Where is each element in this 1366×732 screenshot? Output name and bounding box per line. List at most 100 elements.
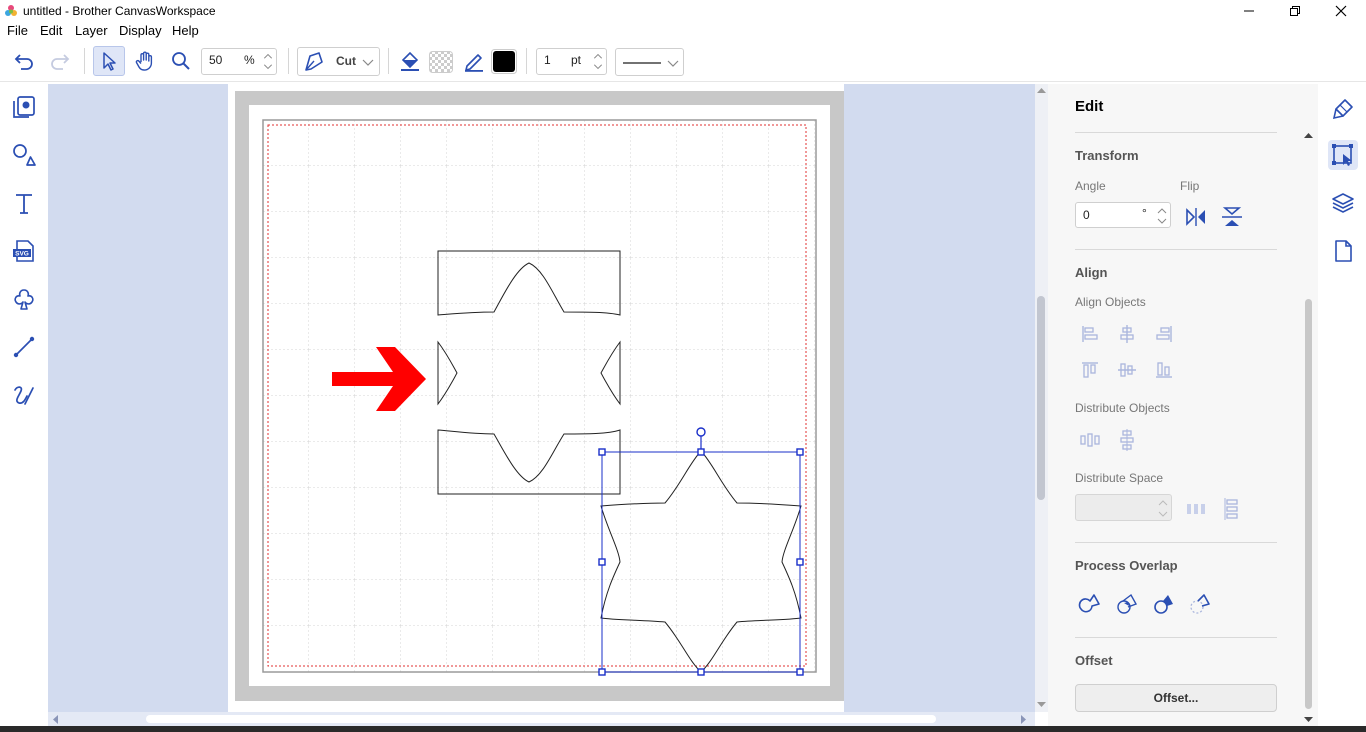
scroll-left-icon[interactable] (52, 715, 59, 724)
rotate-handle[interactable] (696, 427, 706, 437)
distribute-space-stepper-icon[interactable] (1155, 495, 1171, 522)
redo-button[interactable] (46, 48, 74, 74)
solid-line-icon (623, 62, 661, 64)
align-middle-button[interactable] (1115, 358, 1139, 382)
text-tool-button[interactable] (10, 189, 38, 217)
align-bottom-button[interactable] (1152, 358, 1176, 382)
drawing-canvas[interactable] (48, 84, 1035, 712)
edit-tab[interactable] (1328, 140, 1358, 170)
minimize-button[interactable] (1226, 0, 1272, 22)
distribute-horizontal-button[interactable] (1078, 428, 1102, 452)
hand-icon (135, 51, 153, 71)
scroll-down-icon[interactable] (1037, 701, 1046, 708)
page-icon (1335, 240, 1352, 262)
distribute-space-input[interactable] (1075, 494, 1172, 521)
zoom-stepper-icon (263, 53, 273, 70)
angle-value: 0 (1083, 208, 1090, 222)
line-tool-button[interactable] (10, 333, 38, 361)
zoom-unit: % (244, 53, 255, 67)
svg-import-tool-button[interactable]: SVG (10, 237, 38, 265)
cloud-shape-icon (14, 289, 34, 310)
horizontal-scroll-thumb[interactable] (146, 715, 936, 723)
align-top-button[interactable] (1078, 358, 1102, 382)
menu-edit[interactable]: Edit (40, 23, 62, 38)
distribute-space-horizontal-button[interactable] (1184, 497, 1208, 521)
line-color-tool-button[interactable] (460, 48, 488, 74)
flip-vertical-button[interactable] (1220, 205, 1244, 229)
svg-text:SVG: SVG (15, 251, 29, 258)
pan-tool-button[interactable] (131, 48, 159, 74)
undo-button[interactable] (10, 48, 38, 74)
select-tool-button[interactable] (93, 46, 125, 76)
mode-dropdown[interactable]: Cut (297, 47, 380, 76)
canvas-svg (228, 84, 844, 712)
vertical-scroll-thumb[interactable] (1037, 296, 1045, 500)
mode-label: Cut (336, 54, 356, 68)
vertical-scrollbar[interactable] (1035, 84, 1048, 712)
cloud-shape-tool-button[interactable] (10, 285, 38, 313)
pages-tool-button[interactable] (10, 93, 38, 121)
align-top-icon (1082, 362, 1098, 378)
transparent-checker-icon (428, 50, 453, 73)
angle-input[interactable]: 0 ° (1075, 202, 1171, 228)
zoom-value: 50 (209, 53, 223, 67)
intersect-button[interactable] (1115, 592, 1139, 616)
subtract-icon (1154, 595, 1173, 614)
exclude-button[interactable] (1188, 592, 1212, 616)
cutting-grid (263, 120, 816, 672)
scroll-right-icon[interactable] (1020, 715, 1027, 724)
panel-scroll-up-icon[interactable] (1304, 132, 1313, 139)
close-button[interactable] (1318, 0, 1364, 22)
line-style-dropdown[interactable] (615, 48, 684, 76)
panel-scroll-down-icon[interactable] (1304, 716, 1313, 723)
distribute-horizontal-icon (1080, 433, 1100, 447)
align-left-button[interactable] (1078, 322, 1102, 346)
horizontal-scrollbar[interactable] (48, 712, 1035, 726)
offset-heading: Offset (1075, 653, 1113, 668)
shapes-tool-button[interactable] (10, 141, 38, 169)
fill-color-swatch[interactable] (428, 50, 453, 73)
taskbar-edge (0, 726, 1366, 732)
align-middle-icon (1118, 363, 1136, 377)
menu-display[interactable]: Display (119, 23, 162, 38)
distribute-vertical-button[interactable] (1115, 428, 1139, 452)
panel-title: Edit (1075, 98, 1104, 115)
menu-file[interactable]: File (7, 23, 28, 38)
align-center-horizontal-button[interactable] (1115, 322, 1139, 346)
layers-tab[interactable] (1328, 188, 1358, 218)
restore-button[interactable] (1272, 0, 1318, 22)
align-right-icon (1156, 326, 1172, 342)
toolbar-divider (288, 48, 289, 74)
flip-horizontal-button[interactable] (1184, 205, 1208, 229)
align-right-button[interactable] (1152, 322, 1176, 346)
align-center-horizontal-icon (1120, 325, 1134, 343)
scroll-up-icon[interactable] (1037, 87, 1046, 94)
menu-help[interactable]: Help (172, 23, 199, 38)
offset-button[interactable]: Offset... (1075, 684, 1277, 712)
cut-pen-icon (305, 52, 323, 71)
freehand-tool-button[interactable] (10, 381, 38, 409)
object-properties-tab[interactable] (1328, 94, 1358, 124)
line-width-input[interactable]: 1 pt (536, 48, 607, 75)
cursor-icon (103, 52, 116, 71)
freehand-icon (14, 386, 34, 405)
zoom-tool-button[interactable] (167, 48, 195, 74)
zoom-input[interactable]: 50 % (201, 48, 277, 75)
page-settings-tab[interactable] (1328, 236, 1358, 266)
menu-layer[interactable]: Layer (75, 23, 108, 38)
line-color-swatch[interactable] (491, 49, 517, 74)
pages-icon (13, 96, 35, 118)
angle-stepper-icon[interactable] (1154, 203, 1170, 229)
fill-tool-button[interactable] (396, 48, 424, 74)
weld-button[interactable] (1078, 592, 1102, 616)
close-icon (1335, 5, 1347, 17)
align-left-icon (1082, 326, 1098, 342)
process-overlap-heading: Process Overlap (1075, 558, 1178, 573)
redo-icon (51, 54, 70, 70)
subtract-button[interactable] (1152, 592, 1176, 616)
edit-selection-icon (1332, 144, 1353, 166)
panel-scroll-thumb[interactable] (1305, 299, 1312, 709)
transform-heading: Transform (1075, 148, 1139, 163)
distribute-space-vertical-button[interactable] (1220, 497, 1244, 521)
left-tool-sidebar: SVG (0, 82, 48, 732)
